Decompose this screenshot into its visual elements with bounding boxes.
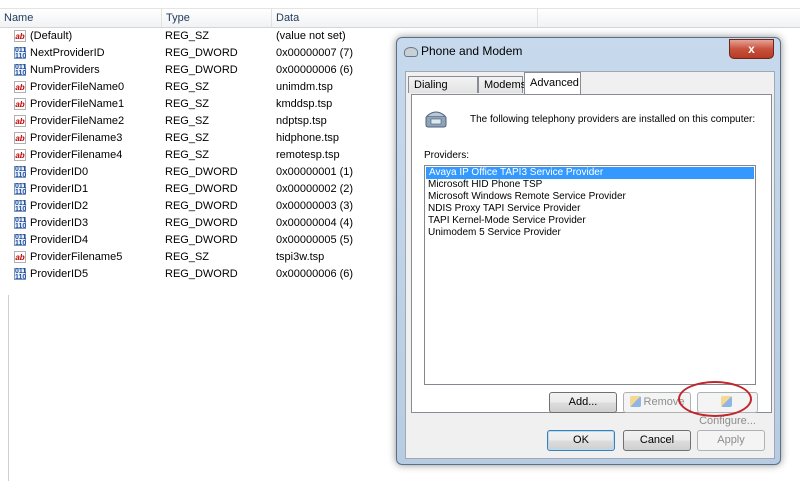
value-name: ProviderFileName2 xyxy=(30,115,125,127)
value-name: NextProviderID xyxy=(30,47,105,59)
value-data: unimdm.tsp xyxy=(276,81,333,93)
value-type: REG_DWORD xyxy=(165,268,238,280)
value-name: ProviderID4 xyxy=(30,234,89,246)
value-name: ProviderFileName0 xyxy=(30,81,125,93)
value-name: ProviderFilename4 xyxy=(30,149,123,161)
list-item[interactable]: Avaya IP Office TAPI3 Service Provider xyxy=(426,167,754,179)
binary-value-icon: 011 110 xyxy=(14,268,27,281)
list-item[interactable]: TAPI Kernel-Mode Service Provider xyxy=(425,215,755,227)
binary-value-icon: 011 110 xyxy=(14,47,27,60)
value-data: remotesp.tsp xyxy=(276,149,340,161)
list-item[interactable]: Unimodem 5 Service Provider xyxy=(425,227,755,239)
value-type: REG_SZ xyxy=(165,30,210,42)
string-value-icon: ab xyxy=(14,81,26,93)
list-item[interactable]: Microsoft Windows Remote Service Provide… xyxy=(425,191,755,203)
value-data: 0x00000001 (1) xyxy=(276,166,354,178)
value-name: (Default) xyxy=(30,30,73,42)
value-name: ProviderID5 xyxy=(30,268,89,280)
column-header-name[interactable]: Name xyxy=(0,9,162,27)
value-type: REG_DWORD xyxy=(165,234,238,246)
binary-value-icon: 011 110 xyxy=(14,183,27,196)
close-button[interactable]: x xyxy=(729,39,774,59)
value-type: REG_DWORD xyxy=(165,47,238,59)
binary-value-icon: 011 110 xyxy=(14,217,27,230)
close-icon: x xyxy=(748,42,755,56)
value-data: 0x00000005 (5) xyxy=(276,234,354,246)
value-type: REG_DWORD xyxy=(165,166,238,178)
value-name: ProviderID3 xyxy=(30,217,89,229)
ok-button[interactable]: OK xyxy=(547,430,615,451)
value-type: REG_SZ xyxy=(165,132,210,144)
value-type: REG_DWORD xyxy=(165,217,238,229)
advanced-tab-panel: The following telephony providers are in… xyxy=(411,94,772,427)
value-data: tspi3w.tsp xyxy=(276,251,325,263)
value-type: REG_SZ xyxy=(165,251,210,263)
string-value-icon: ab xyxy=(14,30,26,42)
column-header-data[interactable]: Data xyxy=(272,9,538,27)
configure-highlight-annotation xyxy=(678,381,752,417)
value-name: ProviderFilename5 xyxy=(30,251,123,263)
providers-listbox[interactable]: Avaya IP Office TAPI3 Service Provider M… xyxy=(424,165,756,385)
list-item[interactable]: Microsoft HID Phone TSP xyxy=(425,179,755,191)
configure-label: Configure... xyxy=(699,415,756,427)
tab-dialing-rules[interactable]: Dialing Rules xyxy=(408,76,478,108)
string-value-icon: ab xyxy=(14,149,26,161)
string-value-icon: ab xyxy=(14,132,26,144)
binary-value-icon: 011 110 xyxy=(14,166,27,179)
value-name: ProviderID2 xyxy=(30,200,89,212)
phone-and-modem-icon xyxy=(404,47,418,57)
string-value-icon: ab xyxy=(14,115,26,127)
value-data: hidphone.tsp xyxy=(276,132,339,144)
value-data: 0x00000007 (7) xyxy=(276,47,354,59)
value-type: REG_SZ xyxy=(165,115,210,127)
value-data: (value not set) xyxy=(276,30,346,42)
value-data: 0x00000006 (6) xyxy=(276,268,354,280)
string-value-icon: ab xyxy=(14,251,26,263)
add-button[interactable]: Add... xyxy=(549,392,617,413)
providers-label: Providers: xyxy=(424,150,470,161)
value-data: kmddsp.tsp xyxy=(276,98,333,110)
value-type: REG_SZ xyxy=(165,81,210,93)
column-header-type[interactable]: Type xyxy=(162,9,272,27)
value-name: ProviderID1 xyxy=(30,183,89,195)
value-data: ndptsp.tsp xyxy=(276,115,327,127)
list-item[interactable]: NDIS Proxy TAPI Service Provider xyxy=(425,203,755,215)
list-header: Name Type Data xyxy=(0,8,800,28)
uac-shield-icon xyxy=(629,396,641,407)
telephone-icon xyxy=(425,111,447,128)
value-data: 0x00000004 (4) xyxy=(276,217,354,229)
value-data: 0x00000006 (6) xyxy=(276,64,354,76)
dialog-title: Phone and Modem xyxy=(421,44,523,58)
value-name: ProviderFilename3 xyxy=(30,132,123,144)
apply-button[interactable]: Apply xyxy=(697,430,765,451)
value-data: 0x00000003 (3) xyxy=(276,200,354,212)
value-type: REG_SZ xyxy=(165,98,210,110)
value-type: REG_DWORD xyxy=(165,200,238,212)
value-name: ProviderFileName1 xyxy=(30,98,125,110)
binary-value-icon: 011 110 xyxy=(14,64,27,77)
cancel-button[interactable]: Cancel xyxy=(623,430,691,451)
pane-divider xyxy=(8,295,9,481)
value-type: REG_DWORD xyxy=(165,183,238,195)
string-value-icon: ab xyxy=(14,98,26,110)
tab-advanced[interactable]: Advanced xyxy=(524,72,581,94)
value-data: 0x00000002 (2) xyxy=(276,183,354,195)
tab-modems[interactable]: Modems xyxy=(478,76,526,93)
value-name: NumProviders xyxy=(30,64,100,76)
intro-text: The following telephony providers are in… xyxy=(470,114,756,125)
value-type: REG_SZ xyxy=(165,149,210,161)
binary-value-icon: 011 110 xyxy=(14,234,27,247)
binary-value-icon: 011 110 xyxy=(14,200,27,213)
value-name: ProviderID0 xyxy=(30,166,89,178)
value-type: REG_DWORD xyxy=(165,64,238,76)
